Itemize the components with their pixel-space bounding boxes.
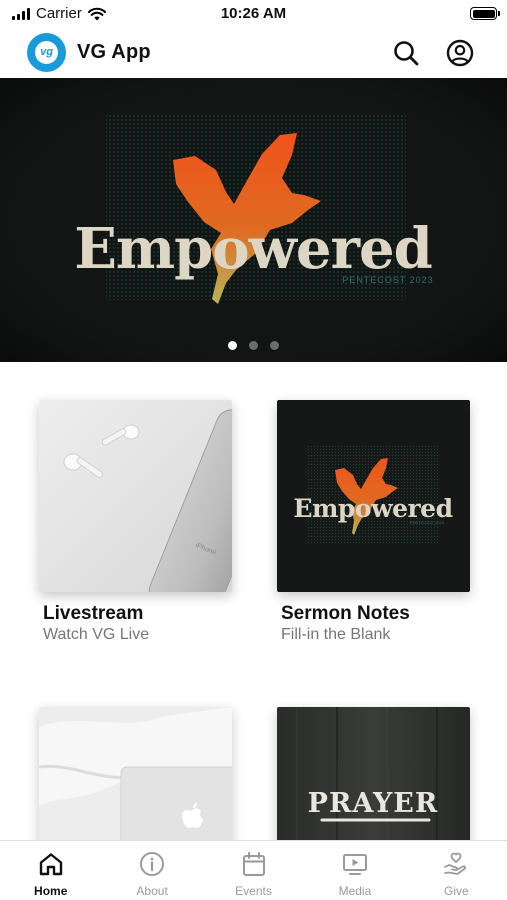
media-icon <box>342 854 367 875</box>
battery-icon <box>470 7 500 20</box>
tab-label: Events <box>235 884 272 898</box>
tab-media[interactable]: Media <box>304 841 405 900</box>
status-time: 10:26 AM <box>220 5 287 22</box>
tab-label: Home <box>34 884 68 898</box>
account-icon[interactable] <box>445 38 475 68</box>
tile-art-title: Empowered <box>293 494 452 523</box>
tile-title: Sermon Notes <box>281 603 410 624</box>
carousel-dots <box>0 341 507 350</box>
sermon-notes-image: Empowered PENTECOST 2023 <box>277 400 470 592</box>
tab-home[interactable]: Home <box>0 841 101 900</box>
carousel-dot[interactable] <box>249 341 258 350</box>
tile-subtitle: Fill-in the Blank <box>281 626 391 643</box>
calendar-icon <box>242 852 265 876</box>
hero-carousel[interactable]: Empowered PENTECOST 2023 <box>0 78 507 362</box>
app-logo[interactable]: vg <box>27 33 66 72</box>
tab-give[interactable]: Give <box>406 841 507 900</box>
status-bar: Carrier 10:26 AM <box>0 0 507 28</box>
livestream-image: iPhone <box>39 400 232 592</box>
tab-label: Media <box>338 884 372 898</box>
home-icon <box>39 853 62 876</box>
carousel-dot[interactable] <box>228 341 237 350</box>
tab-events[interactable]: Events <box>203 841 304 900</box>
app-title: VG App <box>77 41 151 63</box>
hero-subtitle: PENTECOST 2023 <box>342 275 433 285</box>
tile-subtitle: Watch VG Live <box>43 626 150 643</box>
info-icon <box>140 852 165 876</box>
hero-image: Empowered PENTECOST 2023 <box>0 78 507 362</box>
livestream-thumbnail: iPhone <box>39 400 232 592</box>
carousel-dot[interactable] <box>270 341 279 350</box>
tile-title: Livestream <box>43 603 144 624</box>
hero-title: Empowered <box>74 216 432 282</box>
logo-mark: vg <box>35 41 58 64</box>
tab-label: Give <box>443 884 469 898</box>
tab-about[interactable]: About <box>101 841 202 900</box>
search-icon[interactable] <box>391 38 421 68</box>
give-icon <box>444 852 467 875</box>
app-header: vg VG App <box>0 28 507 78</box>
tab-bar: Home About Events Media Give <box>0 840 507 900</box>
tab-label: About <box>136 884 168 898</box>
tile-art-subtitle: PENTECOST 2023 <box>410 520 445 525</box>
prayer-art-title: PRAYER <box>308 788 439 819</box>
sermon-notes-thumbnail: Empowered PENTECOST 2023 <box>277 400 470 592</box>
